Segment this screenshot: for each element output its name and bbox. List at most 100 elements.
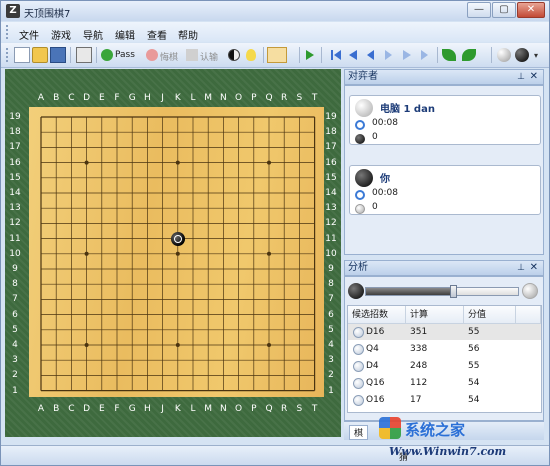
row-label: 6 (12, 309, 18, 320)
print-icon[interactable] (76, 47, 92, 63)
column-label: T (311, 404, 318, 414)
row-label: 6 (328, 309, 334, 320)
column-label: B (53, 404, 60, 414)
menu-view[interactable]: 查看 (147, 27, 167, 42)
board-grid[interactable] (29, 107, 324, 397)
column-header-score[interactable]: 分值 (464, 306, 516, 324)
table-row[interactable]: Q16 112 54 (348, 375, 541, 391)
column-label: L (190, 93, 196, 103)
toolbar-grip[interactable] (6, 48, 11, 62)
play-icon[interactable] (306, 50, 314, 60)
toolbar-overflow-icon[interactable]: ▾ (534, 51, 538, 60)
pin-icon[interactable]: ⊥ (517, 261, 525, 275)
table-row[interactable]: D4 248 55 (348, 358, 541, 374)
column-header-filler (516, 306, 541, 324)
previous-move-icon[interactable] (367, 50, 374, 60)
row-label: 9 (328, 264, 334, 274)
pass-button[interactable]: Pass (115, 50, 135, 60)
menu-navigate[interactable]: 导航 (83, 27, 103, 42)
row-label: 16 (325, 157, 337, 168)
radio-icon[interactable] (353, 327, 364, 338)
window-title: 天顶围棋7 (24, 9, 71, 20)
radio-icon[interactable] (353, 395, 364, 406)
next-move-icon[interactable] (385, 50, 392, 60)
app-window: Z 天顶围棋7 — ▢ ✕ 文件 游戏 导航 编辑 查看 帮助 Pass 悔棋 … (0, 0, 550, 466)
white-stones-icon[interactable] (497, 48, 511, 62)
column-label: Q (265, 93, 273, 103)
column-label: M (204, 404, 213, 414)
column-label: O (235, 93, 243, 103)
forward-ten-icon[interactable] (403, 50, 411, 60)
column-header-computed[interactable]: 计算 (406, 306, 464, 324)
row-label: 11 (325, 233, 337, 244)
star-point (175, 251, 180, 256)
variation-right-icon[interactable] (462, 49, 476, 61)
column-label: G (128, 93, 136, 103)
table-row[interactable]: Q4 338 56 (348, 341, 541, 357)
column-label: L (190, 404, 196, 414)
stone-color-icon[interactable] (228, 49, 240, 61)
evaluation-slider[interactable] (365, 285, 519, 298)
close-button[interactable]: ✕ (517, 2, 545, 18)
menu-game[interactable]: 游戏 (51, 27, 71, 42)
radio-icon[interactable] (353, 344, 364, 355)
menu-file[interactable]: 文件 (19, 27, 39, 42)
open-folder-icon[interactable] (32, 47, 48, 63)
computed-cell: 112 (410, 378, 428, 388)
pin-icon[interactable]: ⊥ (517, 70, 525, 84)
column-label: H (144, 404, 151, 414)
minimize-button[interactable]: — (467, 2, 491, 18)
slider-thumb[interactable] (449, 285, 457, 298)
menu-grip[interactable] (6, 25, 11, 39)
radio-icon[interactable] (353, 361, 364, 372)
menu-help[interactable]: 帮助 (178, 27, 198, 42)
star-point (84, 251, 89, 256)
row-label: 14 (9, 188, 21, 198)
toolbar-separator (437, 47, 438, 63)
row-label: 19 (9, 112, 21, 122)
save-icon[interactable] (50, 47, 66, 63)
row-label: 9 (12, 264, 18, 274)
board-view-icon[interactable] (267, 47, 287, 63)
first-move-icon[interactable] (331, 50, 341, 60)
undo-button[interactable]: 悔棋 (160, 50, 178, 63)
column-label: P (251, 404, 257, 414)
row-label: 2 (328, 370, 334, 381)
row-label: 12 (325, 218, 337, 229)
last-move-icon[interactable] (421, 50, 428, 60)
restore-button[interactable]: ▢ (492, 2, 516, 18)
column-label: J (161, 404, 164, 414)
column-label: P (251, 93, 257, 103)
row-label: 4 (328, 340, 334, 350)
column-label: E (98, 93, 105, 103)
row-label: 3 (328, 355, 334, 366)
move-cell: D4 (366, 361, 379, 371)
variation-left-icon[interactable] (442, 49, 456, 61)
column-label: F (114, 93, 120, 103)
toolbar-separator (96, 47, 97, 63)
star-point (175, 343, 180, 347)
black-stones-icon[interactable] (515, 48, 529, 62)
hint-bulb-icon[interactable] (246, 49, 256, 61)
player-captures: 0 (372, 132, 378, 142)
last-move-marker (173, 234, 182, 243)
panel-close-icon[interactable]: ✕ (530, 70, 538, 84)
row-label: 15 (9, 172, 21, 183)
table-row[interactable]: D16 351 55 (348, 324, 541, 340)
pass-icon[interactable] (101, 49, 113, 61)
go-board[interactable] (29, 107, 324, 397)
row-label: 10 (9, 248, 21, 259)
table-row[interactable]: O16 17 54 (348, 392, 541, 408)
row-label: 7 (12, 294, 18, 305)
resign-button[interactable]: 认输 (200, 50, 218, 63)
menu-edit[interactable]: 编辑 (115, 27, 135, 42)
column-header-candidate[interactable]: 候选招数 (348, 306, 406, 324)
radio-icon[interactable] (353, 378, 364, 389)
panel-close-icon[interactable]: ✕ (530, 261, 538, 275)
new-file-icon[interactable] (14, 47, 30, 63)
back-ten-icon[interactable] (349, 50, 357, 60)
column-label: D (83, 404, 91, 414)
tab-game-record[interactable]: 棋 (349, 425, 369, 440)
black-stone-icon (355, 169, 373, 187)
row-label: 18 (9, 127, 21, 138)
